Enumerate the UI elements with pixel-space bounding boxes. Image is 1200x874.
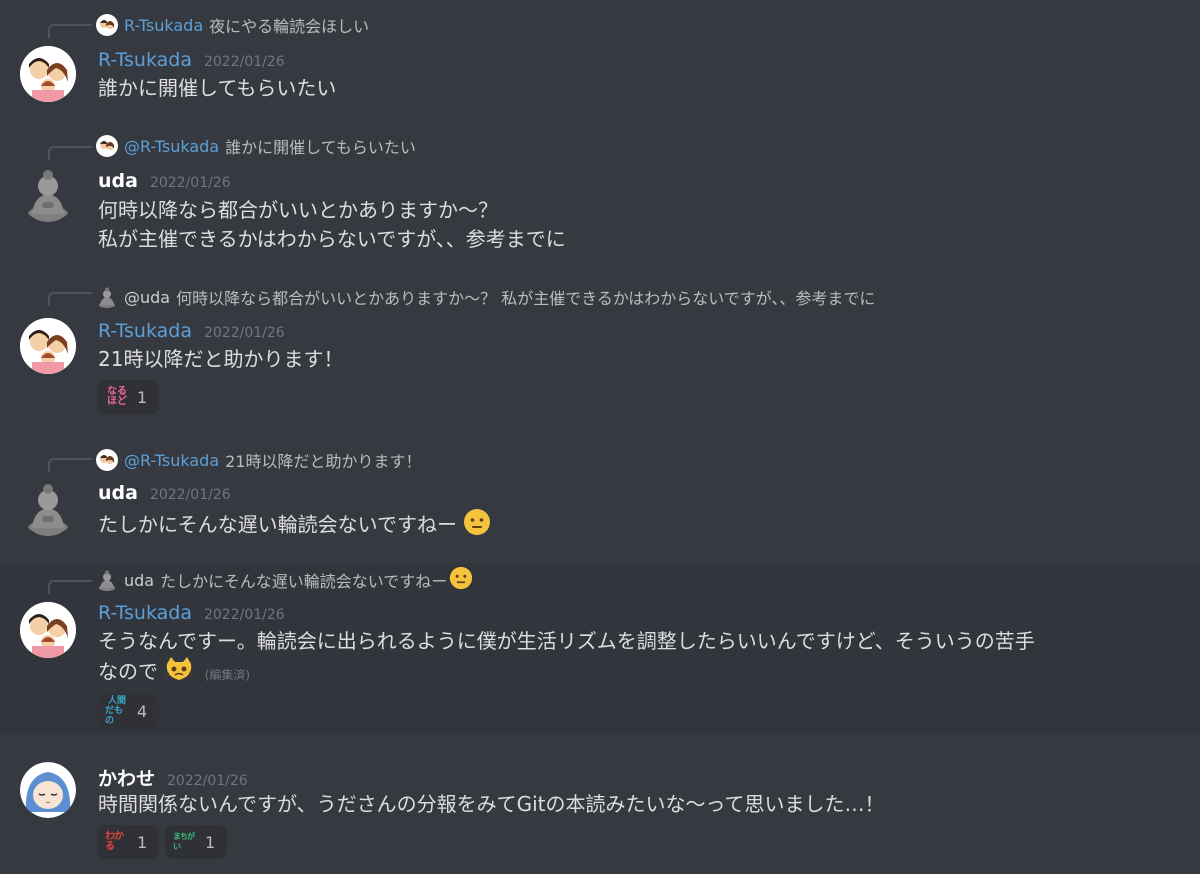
author-name[interactable]: かわせ — [98, 764, 155, 791]
reaction-count: 1 — [137, 387, 148, 407]
author-name[interactable]: uda — [98, 482, 138, 504]
neutral-face-emoji-icon — [463, 508, 491, 544]
mini-avatar-couple-icon — [96, 449, 118, 471]
timestamp: 2022/01/26 — [149, 487, 231, 503]
reply-preview[interactable]: @R-Tsukada 誰かに開催してもらいたい — [96, 135, 416, 157]
avatar-uda-buddha-icon[interactable] — [20, 166, 76, 222]
reaction-count: 4 — [137, 701, 148, 721]
message-content: そうなんですー。輪読会に出られるように僕が生活リズムを調整したらいいんですけど、… — [98, 627, 1035, 690]
green-stamp-icon: まちがい — [173, 832, 195, 851]
reply-text: たしかにそんな遅い輪読会ないですねー — [160, 572, 448, 591]
timestamp: 2022/01/26 — [203, 325, 285, 341]
reply-author[interactable]: uda — [124, 571, 154, 590]
message-line: 誰かに開催してもらいたい — [98, 76, 337, 100]
reply-connector — [48, 24, 92, 38]
avatar-kawase-icon[interactable] — [20, 762, 76, 818]
reply-preview[interactable]: @uda 何時以降なら都合がいいとかありますか〜？ 私が主催できるかはわからない… — [96, 286, 875, 308]
reply-text: 何時以降なら都合がいいとかありますか〜？ 私が主催できるかはわからないですが、、… — [176, 289, 876, 308]
message-content: 誰かに開催してもらいたい — [98, 74, 336, 103]
author-name[interactable]: uda — [98, 170, 138, 192]
message-content: 21時以降だと助かります！ — [98, 345, 343, 374]
mini-avatar-buddha-icon — [96, 569, 118, 591]
reply-author[interactable]: @R-Tsukada — [124, 451, 219, 470]
message-content: 何時以降なら都合がいいとかありますか〜？ 私が主催できるかはわからないですが、、… — [98, 196, 566, 254]
author-name[interactable]: R-Tsukada — [98, 320, 192, 342]
reaction-ningen-damono[interactable]: 人間 だもの 4 — [97, 694, 159, 728]
message-content: 時間関係ないんですが、うださんの分報をみてGitの本読みたいな〜って思いました…… — [98, 790, 885, 819]
mini-avatar-buddha-icon — [96, 286, 118, 308]
message-line: 21時以降だと助かります！ — [98, 347, 344, 371]
avatar-r-tsukada[interactable] — [20, 602, 76, 658]
author-name[interactable]: R-Tsukada — [98, 602, 192, 624]
reply-author[interactable]: @uda — [124, 288, 170, 307]
avatar-uda-buddha-icon[interactable] — [20, 480, 76, 536]
message-5[interactable]: uda たしかにそんな遅い輪読会ないですねー R-Tsukada 2022/01… — [0, 564, 1200, 734]
reply-preview[interactable]: R-Tsukada 夜にやる輪読会ほしい — [96, 14, 369, 36]
mini-avatar-couple-icon — [96, 14, 118, 36]
timestamp: 2022/01/26 — [167, 773, 248, 789]
reply-text: 夜にやる輪読会ほしい — [209, 17, 370, 36]
wakaru-stamp-icon: わかる — [105, 831, 124, 852]
reply-text: 21時以降だと助かります！ — [225, 452, 422, 471]
naruhodo-stamp-icon: なる ほど — [107, 386, 127, 407]
message-line: 私が主催できるかはわからないですが、、参考までに — [98, 227, 566, 251]
reply-connector — [48, 292, 92, 306]
author-name[interactable]: R-Tsukada — [98, 49, 192, 71]
pleading-cat-emoji-icon — [164, 656, 194, 690]
message-line: たしかにそんな遅い輪読会ないですねー — [98, 512, 457, 537]
reaction-naruhodo[interactable]: なる ほど 1 — [97, 380, 159, 414]
message-line: そうなんですー。輪読会に出られるように僕が生活リズムを調整したらいいんですけど、… — [98, 629, 1035, 653]
edited-label: (編集済) — [204, 667, 251, 682]
message-2[interactable]: @R-Tsukada 誰かに開催してもらいたい uda 2022/01/26 何… — [0, 118, 1200, 270]
message-3[interactable]: @uda 何時以降なら都合がいいとかありますか〜？ 私が主催できるかはわからない… — [0, 270, 1200, 432]
avatar-r-tsukada[interactable] — [20, 46, 76, 102]
timestamp: 2022/01/26 — [149, 175, 231, 191]
timestamp: 2022/01/26 — [203, 54, 285, 70]
timestamp: 2022/01/26 — [203, 607, 285, 623]
reply-author[interactable]: @R-Tsukada — [124, 137, 219, 156]
message-line: 時間関係ないんですが、うださんの分報をみてGitの本読みたいな〜って思いました…… — [98, 792, 885, 816]
neutral-face-emoji-icon — [449, 566, 473, 594]
reply-connector — [48, 580, 92, 594]
reply-text: 誰かに開催してもらいたい — [225, 138, 416, 157]
reply-author[interactable]: R-Tsukada — [124, 16, 203, 35]
reaction-wakaru[interactable]: わかる 1 — [97, 825, 159, 859]
reaction-count: 1 — [205, 832, 216, 852]
reaction-second[interactable]: まちがい 1 — [165, 825, 227, 859]
message-6[interactable]: かわせ 2022/01/26 時間関係ないんですが、うださんの分報をみてGitの… — [0, 734, 1200, 874]
reply-preview[interactable]: @R-Tsukada 21時以降だと助かります！ — [96, 449, 422, 471]
reply-connector — [48, 458, 92, 472]
reaction-count: 1 — [137, 832, 148, 852]
mini-avatar-couple-icon — [96, 135, 118, 157]
message-content: たしかにそんな遅い輪読会ないですねー — [98, 508, 491, 544]
message-1[interactable]: R-Tsukada 夜にやる輪読会ほしい R-Tsukada 2022/01/2… — [0, 0, 1200, 118]
avatar-r-tsukada[interactable] — [20, 318, 76, 374]
ningen-damono-stamp-icon: 人間 だもの — [105, 696, 126, 726]
message-line: 何時以降なら都合がいいとかありますか〜？ — [98, 198, 498, 222]
reply-connector — [48, 146, 92, 160]
reply-preview[interactable]: uda たしかにそんな遅い輪読会ないですねー — [96, 566, 473, 594]
message-line: なので — [98, 659, 158, 684]
message-4[interactable]: @R-Tsukada 21時以降だと助かります！ uda 2022/01/26 … — [0, 432, 1200, 564]
